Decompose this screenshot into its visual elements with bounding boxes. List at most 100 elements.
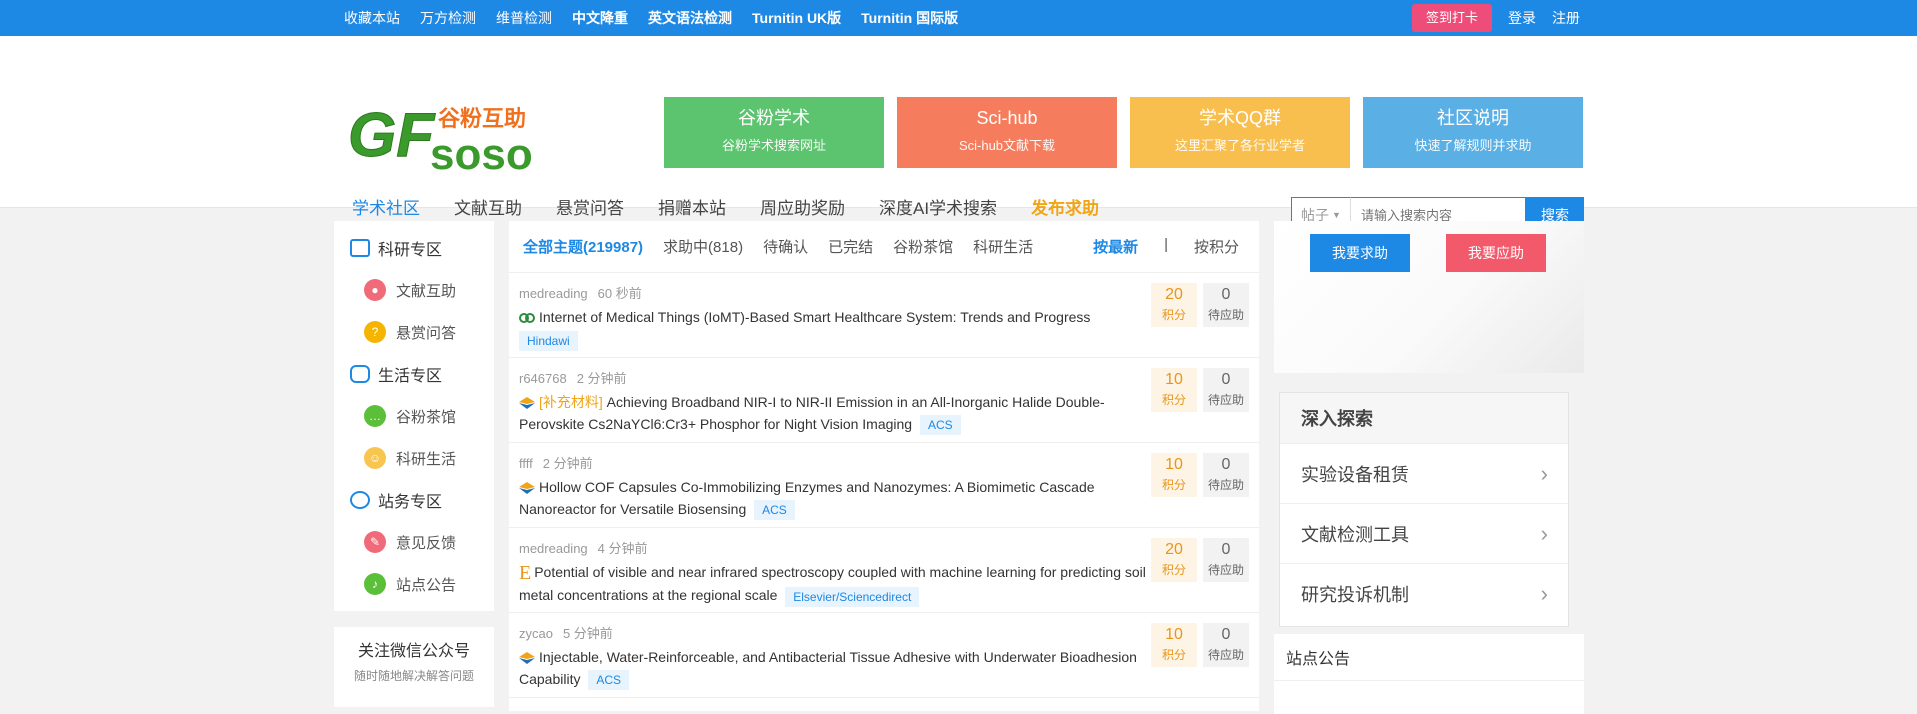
answers-value: 0 [1221,541,1231,558]
card-qq-group[interactable]: 学术QQ群 这里汇聚了各行业学者 [1130,97,1350,168]
post-title[interactable]: Internet of Medical Things (IoMT)-Based … [539,309,1090,325]
post-user[interactable]: r646768 [519,371,567,386]
sidebar-item-research-life[interactable]: ☺ 科研生活 [334,437,494,479]
post-user[interactable]: ffff [519,456,533,471]
answers-box: 0 待应助 [1203,283,1249,327]
answers-label: 待应助 [1207,393,1244,407]
top-link-vip[interactable]: 维普检测 [496,8,552,28]
post-user[interactable]: medreading [519,541,588,556]
card-sub: Sci-hub文献下载 [958,138,1056,153]
chat-icon [350,365,370,383]
points-value: 10 [1165,456,1183,473]
svg-text:谷粉互助: 谷粉互助 [438,107,526,132]
post-row[interactable]: medreading 60 秒前 Internet of Medical Thin… [509,273,1259,358]
post-row[interactable]: zycao 5 分钟前 Injectable, Water-Reinforceab… [509,613,1259,698]
section-research[interactable]: 科研专区 [334,227,494,269]
tab-completed[interactable]: 已完结 [828,236,873,257]
explore-item-detection-tools[interactable]: 文献检测工具 › [1280,503,1568,563]
section-life[interactable]: 生活专区 [334,353,494,395]
post-row[interactable]: r646768 2 分钟前 [补充材料] Achieving Broadband … [509,358,1259,443]
explore-item-label: 文献检测工具 [1301,524,1409,545]
wechat-follow-box[interactable]: 关注微信公众号 随时随地解决解答问题 [334,627,494,707]
post-title-line: [补充材料] Achieving Broadband NIR-I to NIR-… [519,391,1149,436]
top-link-cn-rewrite[interactable]: 中文降重 [572,8,628,28]
card-gf-scholar[interactable]: 谷粉学术 谷粉学术搜索网址 [664,97,884,168]
top-link-turnitin-uk[interactable]: Turnitin UK版 [752,8,841,28]
acs-icon [519,652,535,665]
post-title[interactable]: Hollow COF Capsules Co-Immobilizing Enzy… [519,479,1095,517]
top-link-turnitin-intl[interactable]: Turnitin 国际版 [861,8,958,28]
card-community-guide[interactable]: 社区说明 快速了解规则并求助 [1363,97,1583,168]
post-user[interactable]: medreading [519,286,588,301]
sort-options: 按最新 | 按积分 [1093,236,1239,257]
answers-label: 待应助 [1207,563,1244,577]
answers-label: 待应助 [1207,648,1244,662]
svg-text:GF: GF [348,101,436,170]
post-list-panel: 全部主题(219987) 求助中(818) 待确认 已完结 谷粉茶馆 科研生活 … [509,221,1259,711]
sidebar-item-announcement[interactable]: ♪ 站点公告 [334,563,494,605]
post-row[interactable]: medreading 4 分钟前 E Potential of visible an… [509,528,1259,613]
card-title: 学术QQ群 [1198,108,1281,128]
top-right: 签到打卡 登录 注册 [1411,0,1580,36]
explore-item-complaints[interactable]: 研究投诉机制 › [1280,563,1568,623]
publisher-tag[interactable]: ACS [588,670,630,691]
points-label: 积分 [1161,308,1186,322]
publisher-tag[interactable]: Elsevier/Sciencedirect [785,586,920,607]
points-label: 积分 [1161,563,1186,577]
card-sub: 快速了解规则并求助 [1414,138,1532,153]
ask-help-button[interactable]: 我要求助 [1310,234,1410,272]
post-stats: 10 积分 0 待应助 [1151,623,1249,667]
answers-box: 0 待应助 [1203,623,1249,667]
signin-button[interactable]: 签到打卡 [1411,4,1492,32]
tab-seeking-help[interactable]: 求助中(818) [663,236,743,257]
sidebar-item-label: 悬赏问答 [396,324,457,342]
answers-label: 待应助 [1207,478,1244,492]
chat-bubble-icon: … [364,405,386,427]
sidebar-item-bounty-qa[interactable]: ? 悬赏问答 [334,311,494,353]
post-user[interactable]: zycao [519,626,553,641]
notice-title: 站点公告 [1274,634,1584,681]
explore-item-equipment[interactable]: 实验设备租赁 › [1280,443,1568,503]
top-link-wanfang[interactable]: 万方检测 [420,8,476,28]
site-logo[interactable]: GF 谷粉互助 soso [346,96,536,177]
sidebar-item-feedback[interactable]: ✎ 意见反馈 [334,521,494,563]
answers-box: 0 待应助 [1203,368,1249,412]
supplement-prefix: [补充材料] [539,394,603,410]
points-box: 10 积分 [1151,623,1197,667]
post-meta: ffff 2 分钟前 [519,453,1259,472]
tab-research-life[interactable]: 科研生活 [973,236,1033,257]
top-links: 收藏本站 万方检测 维普检测 中文降重 英文语法检测 Turnitin UK版 … [344,0,958,36]
points-label: 积分 [1161,393,1186,407]
tab-pending-confirm[interactable]: 待确认 [763,236,808,257]
publisher-tag[interactable]: ACS [754,500,795,521]
post-title-line: Internet of Medical Things (IoMT)-Based … [519,306,1149,352]
answers-value: 0 [1221,456,1231,473]
sort-latest[interactable]: 按最新 [1093,236,1138,257]
tab-all-topics[interactable]: 全部主题(219987) [523,236,643,257]
sidebar-item-literature-help[interactable]: ● 文献互助 [334,269,494,311]
acs-icon [519,397,535,410]
tab-teahouse[interactable]: 谷粉茶馆 [893,236,953,257]
respond-help-button[interactable]: 我要应助 [1446,234,1546,272]
card-title: 社区说明 [1437,108,1509,128]
hindawi-icon [519,313,535,324]
topic-tabs: 全部主题(219987) 求助中(818) 待确认 已完结 谷粉茶馆 科研生活 … [509,221,1259,273]
card-title: Sci-hub [976,108,1038,128]
post-time: 2 分钟前 [542,456,593,471]
register-link[interactable]: 注册 [1552,8,1580,28]
publisher-tag[interactable]: ACS [919,415,961,436]
publisher-tag[interactable]: Hindawi [519,331,578,352]
card-scihub[interactable]: Sci-hub Sci-hub文献下载 [897,97,1117,168]
post-title[interactable]: Achieving Broadband NIR-I to NIR-II Emis… [519,394,1105,432]
login-link[interactable]: 登录 [1508,8,1536,28]
sidebar-item-teahouse[interactable]: … 谷粉茶馆 [334,395,494,437]
post-time: 60 秒前 [597,286,642,301]
post-row[interactable]: ffff 2 分钟前 Hollow COF Capsules Co-Immobil… [509,443,1259,528]
top-link-bookmark[interactable]: 收藏本站 [344,8,400,28]
top-link-en-grammar[interactable]: 英文语法检测 [648,8,732,28]
card-sub: 这里汇聚了各行业学者 [1174,138,1305,153]
sort-points[interactable]: 按积分 [1194,236,1239,257]
points-box: 10 积分 [1151,453,1197,497]
smile-icon: ☺ [364,447,386,469]
section-site-affairs[interactable]: 站务专区 [334,479,494,521]
